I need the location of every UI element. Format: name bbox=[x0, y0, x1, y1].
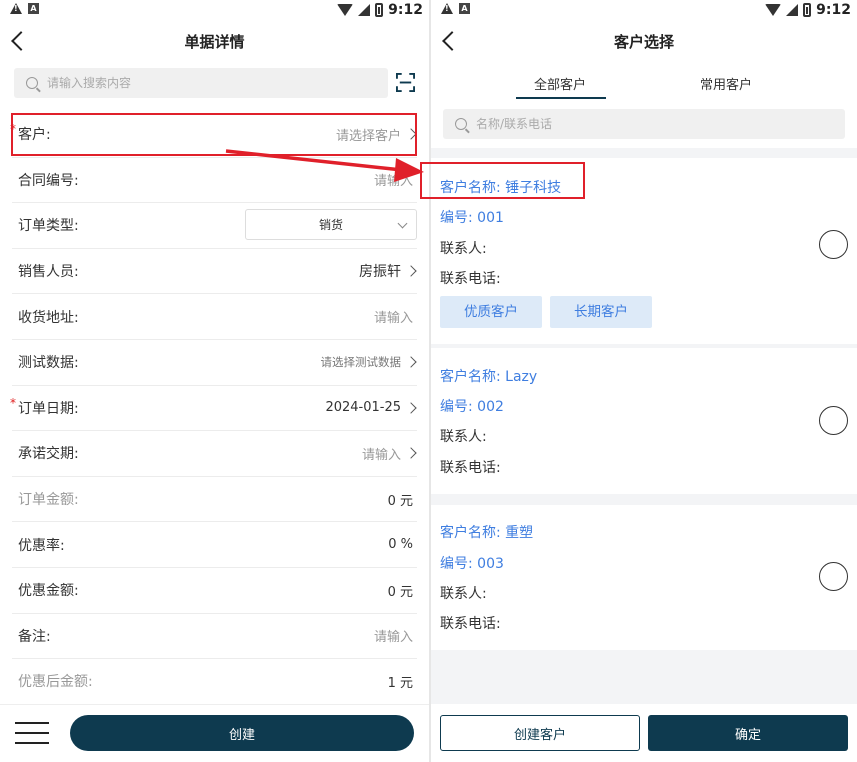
customer-phone: 联系电话: bbox=[440, 271, 501, 287]
active-tab-indicator bbox=[516, 97, 606, 99]
customer-tag: 长期客户 bbox=[550, 296, 652, 328]
bottom-action-bar: 创建客户 确定 bbox=[431, 704, 857, 762]
field-order-amount: 订单金额: 0 元 bbox=[12, 477, 417, 523]
customer-contact: 联系人: bbox=[440, 429, 487, 445]
warning-icon bbox=[10, 3, 22, 14]
order-form: * 客户: 请选择客户 合同编号: 请输入 订单类型: 销货 销售人员: 房振轩… bbox=[0, 112, 429, 705]
nav-bar: 单据详情 bbox=[0, 22, 429, 62]
customer-phone: 联系电话: bbox=[440, 460, 501, 476]
customer-code: 编号: 003 bbox=[440, 556, 504, 572]
clock: 9:12 bbox=[388, 2, 423, 18]
chevron-right-icon bbox=[405, 356, 417, 368]
confirm-button[interactable]: 确定 bbox=[648, 715, 848, 751]
customer-tag: 优质客户 bbox=[440, 296, 542, 328]
customer-contact: 联系人: bbox=[440, 241, 487, 257]
scan-icon[interactable] bbox=[396, 73, 415, 92]
required-mark: * bbox=[10, 395, 16, 410]
field-promised-delivery[interactable]: 承诺交期: 请输入 bbox=[12, 431, 417, 477]
order-detail-screen: A 9:12 单据详情 * 客户: 请选择客户 合同编号: 请输入 bbox=[0, 0, 429, 762]
customer-name: 客户名称: 锤子科技 bbox=[440, 180, 562, 196]
field-remarks[interactable]: 备注: 请输入 bbox=[12, 614, 417, 660]
customer-card[interactable]: 客户名称: 锤子科技 编号: 001 联系人: 联系电话: 优质客户 长期客户 bbox=[431, 158, 857, 344]
customer-tabs: 全部客户 常用客户 bbox=[431, 62, 857, 102]
select-radio[interactable] bbox=[819, 406, 848, 435]
customer-name: 客户名称: 重塑 bbox=[440, 525, 534, 541]
clock: 9:12 bbox=[816, 2, 851, 18]
tab-all-customers[interactable]: 全部客户 bbox=[534, 74, 586, 93]
status-bar: A 9:12 bbox=[0, 0, 429, 22]
chevron-right-icon bbox=[405, 128, 417, 140]
signal-icon bbox=[786, 4, 799, 16]
field-salesperson[interactable]: 销售人员: 房振轩 bbox=[12, 249, 417, 295]
field-order-type: 订单类型: 销货 bbox=[12, 203, 417, 249]
required-mark: * bbox=[10, 122, 16, 136]
select-radio[interactable] bbox=[819, 562, 848, 591]
customer-name: 客户名称: Lazy bbox=[440, 369, 538, 385]
page-title: 单据详情 bbox=[184, 33, 245, 51]
app-notification-icon: A bbox=[28, 3, 39, 14]
create-customer-button[interactable]: 创建客户 bbox=[440, 715, 640, 751]
select-radio[interactable] bbox=[819, 230, 848, 259]
search-icon bbox=[455, 118, 467, 130]
field-customer[interactable]: * 客户: 请选择客户 bbox=[10, 112, 417, 158]
customer-phone: 联系电话: bbox=[440, 616, 501, 632]
app-notification-icon: A bbox=[459, 3, 470, 14]
field-discount-rate[interactable]: 优惠率: 0 % bbox=[12, 522, 417, 568]
field-order-date[interactable]: * 订单日期: 2024-01-25 bbox=[10, 386, 417, 432]
status-bar: A 9:12 bbox=[431, 0, 857, 22]
chevron-right-icon bbox=[405, 265, 417, 277]
search-bar bbox=[443, 109, 845, 139]
field-contract-no[interactable]: 合同编号: 请输入 bbox=[12, 158, 417, 204]
field-shipping-address[interactable]: 收货地址: 请输入 bbox=[12, 294, 417, 340]
wifi-icon bbox=[765, 4, 782, 16]
customer-code: 编号: 001 bbox=[440, 210, 504, 226]
customer-code: 编号: 002 bbox=[440, 399, 504, 415]
customer-contact: 联系人: bbox=[440, 586, 487, 602]
warning-icon bbox=[441, 3, 453, 14]
field-test-data[interactable]: 测试数据: 请选择测试数据 bbox=[12, 340, 417, 386]
customer-search-input[interactable] bbox=[476, 117, 776, 131]
chevron-right-icon bbox=[405, 402, 417, 414]
search-bar bbox=[14, 68, 388, 98]
customer-select-screen: A 9:12 客户选择 全部客户 常用客户 客户名称: 锤子科技 编号: 001… bbox=[431, 0, 857, 762]
chevron-down-icon bbox=[397, 218, 408, 229]
chevron-right-icon bbox=[405, 447, 417, 460]
customer-card[interactable]: 客户名称: Lazy 编号: 002 联系人: 联系电话: bbox=[431, 348, 857, 494]
search-icon bbox=[26, 77, 38, 89]
field-final-amount: 优惠后金额: 1 元 bbox=[12, 659, 417, 705]
battery-icon bbox=[803, 3, 812, 17]
battery-icon bbox=[375, 3, 384, 17]
search-bar-container bbox=[431, 102, 857, 148]
create-button[interactable]: 创建 bbox=[70, 715, 414, 751]
field-discount-amount[interactable]: 优惠金额: 0 元 bbox=[12, 568, 417, 614]
page-title: 客户选择 bbox=[613, 33, 674, 51]
signal-icon bbox=[358, 4, 371, 16]
wifi-icon bbox=[337, 4, 354, 16]
customer-card[interactable]: 客户名称: 重塑 编号: 003 联系人: 联系电话: bbox=[431, 505, 857, 650]
order-type-select[interactable]: 销货 bbox=[245, 209, 417, 241]
menu-icon[interactable] bbox=[15, 722, 49, 746]
search-input[interactable] bbox=[47, 76, 347, 90]
tab-frequent-customers[interactable]: 常用客户 bbox=[700, 74, 752, 93]
nav-bar: 客户选择 bbox=[431, 22, 857, 62]
bottom-action-bar: 创建 bbox=[0, 704, 429, 762]
